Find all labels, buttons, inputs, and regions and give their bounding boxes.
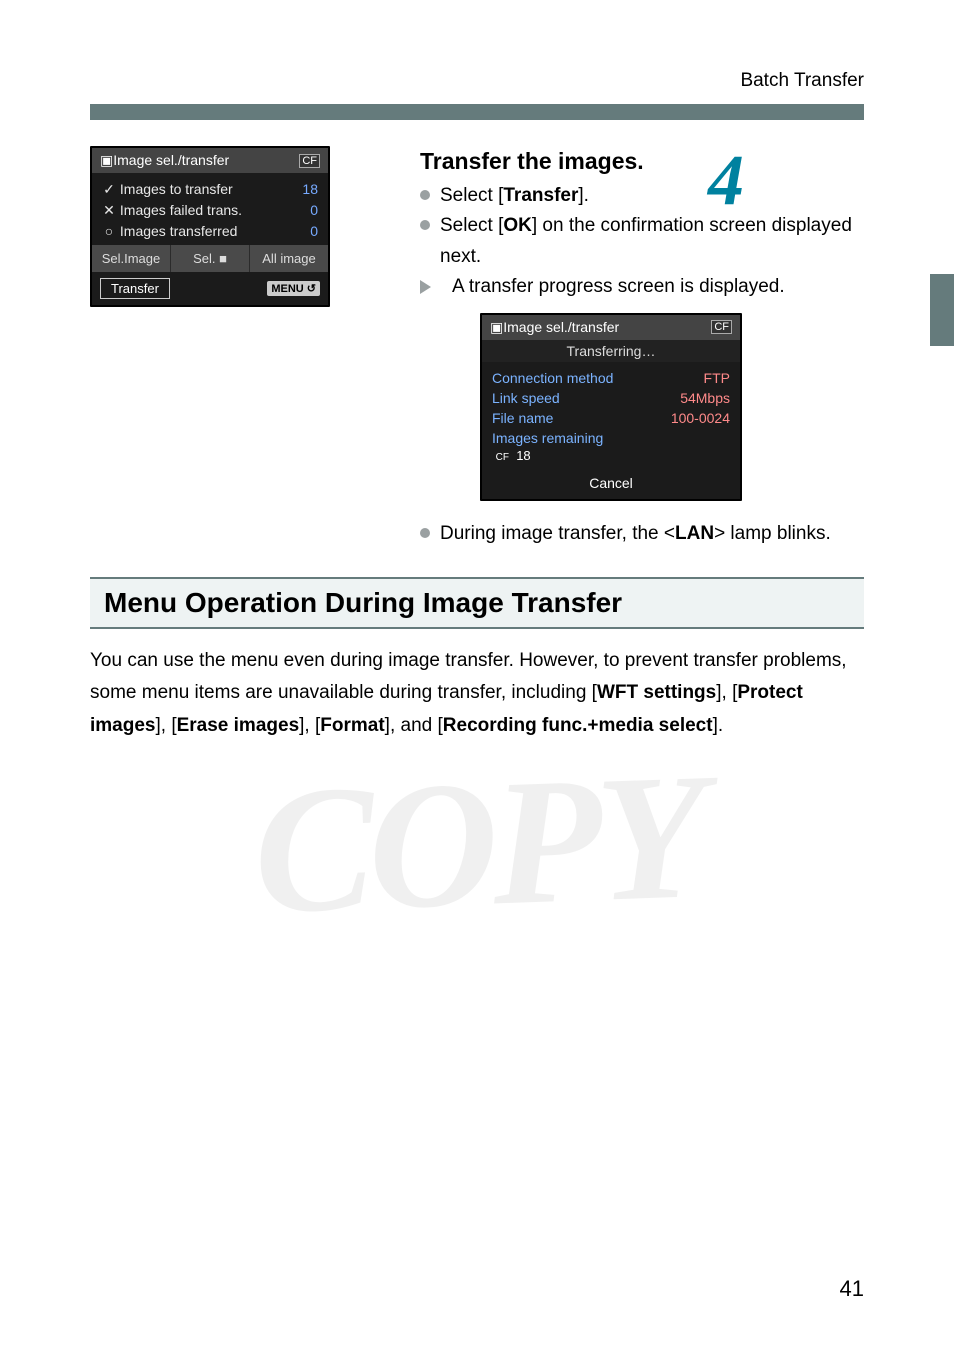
step-title: Transfer the images. <box>420 148 864 175</box>
cf-icon: CF <box>299 154 320 168</box>
screen1-tabs: Sel.Image Sel. ■ All image <box>92 245 328 272</box>
screen1-row: ○ Images transferred 0 <box>102 223 318 239</box>
cancel-button[interactable]: Cancel <box>567 473 655 493</box>
screen1-title: ▣Image sel./transfer <box>100 152 229 169</box>
cf-icon: CF <box>496 452 509 463</box>
tab-all-image[interactable]: All image <box>250 245 328 272</box>
screen2-title: ▣Image sel./transfer <box>490 319 619 336</box>
transfer-button[interactable]: Transfer <box>100 278 170 299</box>
bullet-item: A transfer progress screen is displayed. <box>420 272 864 302</box>
camera-screen-progress: ▣Image sel./transfer CF Transferring… Co… <box>480 313 742 501</box>
step-number: 4 <box>708 148 744 213</box>
page-number: 41 <box>840 1276 864 1302</box>
triangle-icon <box>420 280 442 294</box>
bullet-icon <box>420 220 430 230</box>
bullet-icon <box>420 528 430 538</box>
section-paragraph: You can use the menu even during image t… <box>90 645 864 742</box>
page-header: Batch Transfer <box>90 70 864 92</box>
bullet-icon <box>420 190 430 200</box>
bullet-item: During image transfer, the <LAN> lamp bl… <box>420 519 864 549</box>
header-divider <box>90 104 864 120</box>
screen1-row: ✓ Images to transfer 18 <box>102 181 318 198</box>
section-heading: Menu Operation During Image Transfer <box>90 577 864 629</box>
bullet-item: Select [OK] on the confirmation screen d… <box>420 211 864 272</box>
menu-back-icon: MENU ↺ <box>267 281 320 296</box>
screen1-row: ✕ Images failed trans. 0 <box>102 202 318 219</box>
bullet-item: Select [Transfer]. <box>420 181 864 211</box>
transferring-status: Transferring… <box>482 340 740 362</box>
tab-sel-folder[interactable]: Sel. ■ <box>171 245 250 272</box>
side-tab <box>930 274 954 346</box>
watermark: COPY <box>251 732 704 954</box>
tab-sel-image[interactable]: Sel.Image <box>92 245 171 272</box>
camera-screen-select: ▣Image sel./transfer CF ✓ Images to tran… <box>90 146 330 307</box>
cf-icon: CF <box>711 320 732 334</box>
